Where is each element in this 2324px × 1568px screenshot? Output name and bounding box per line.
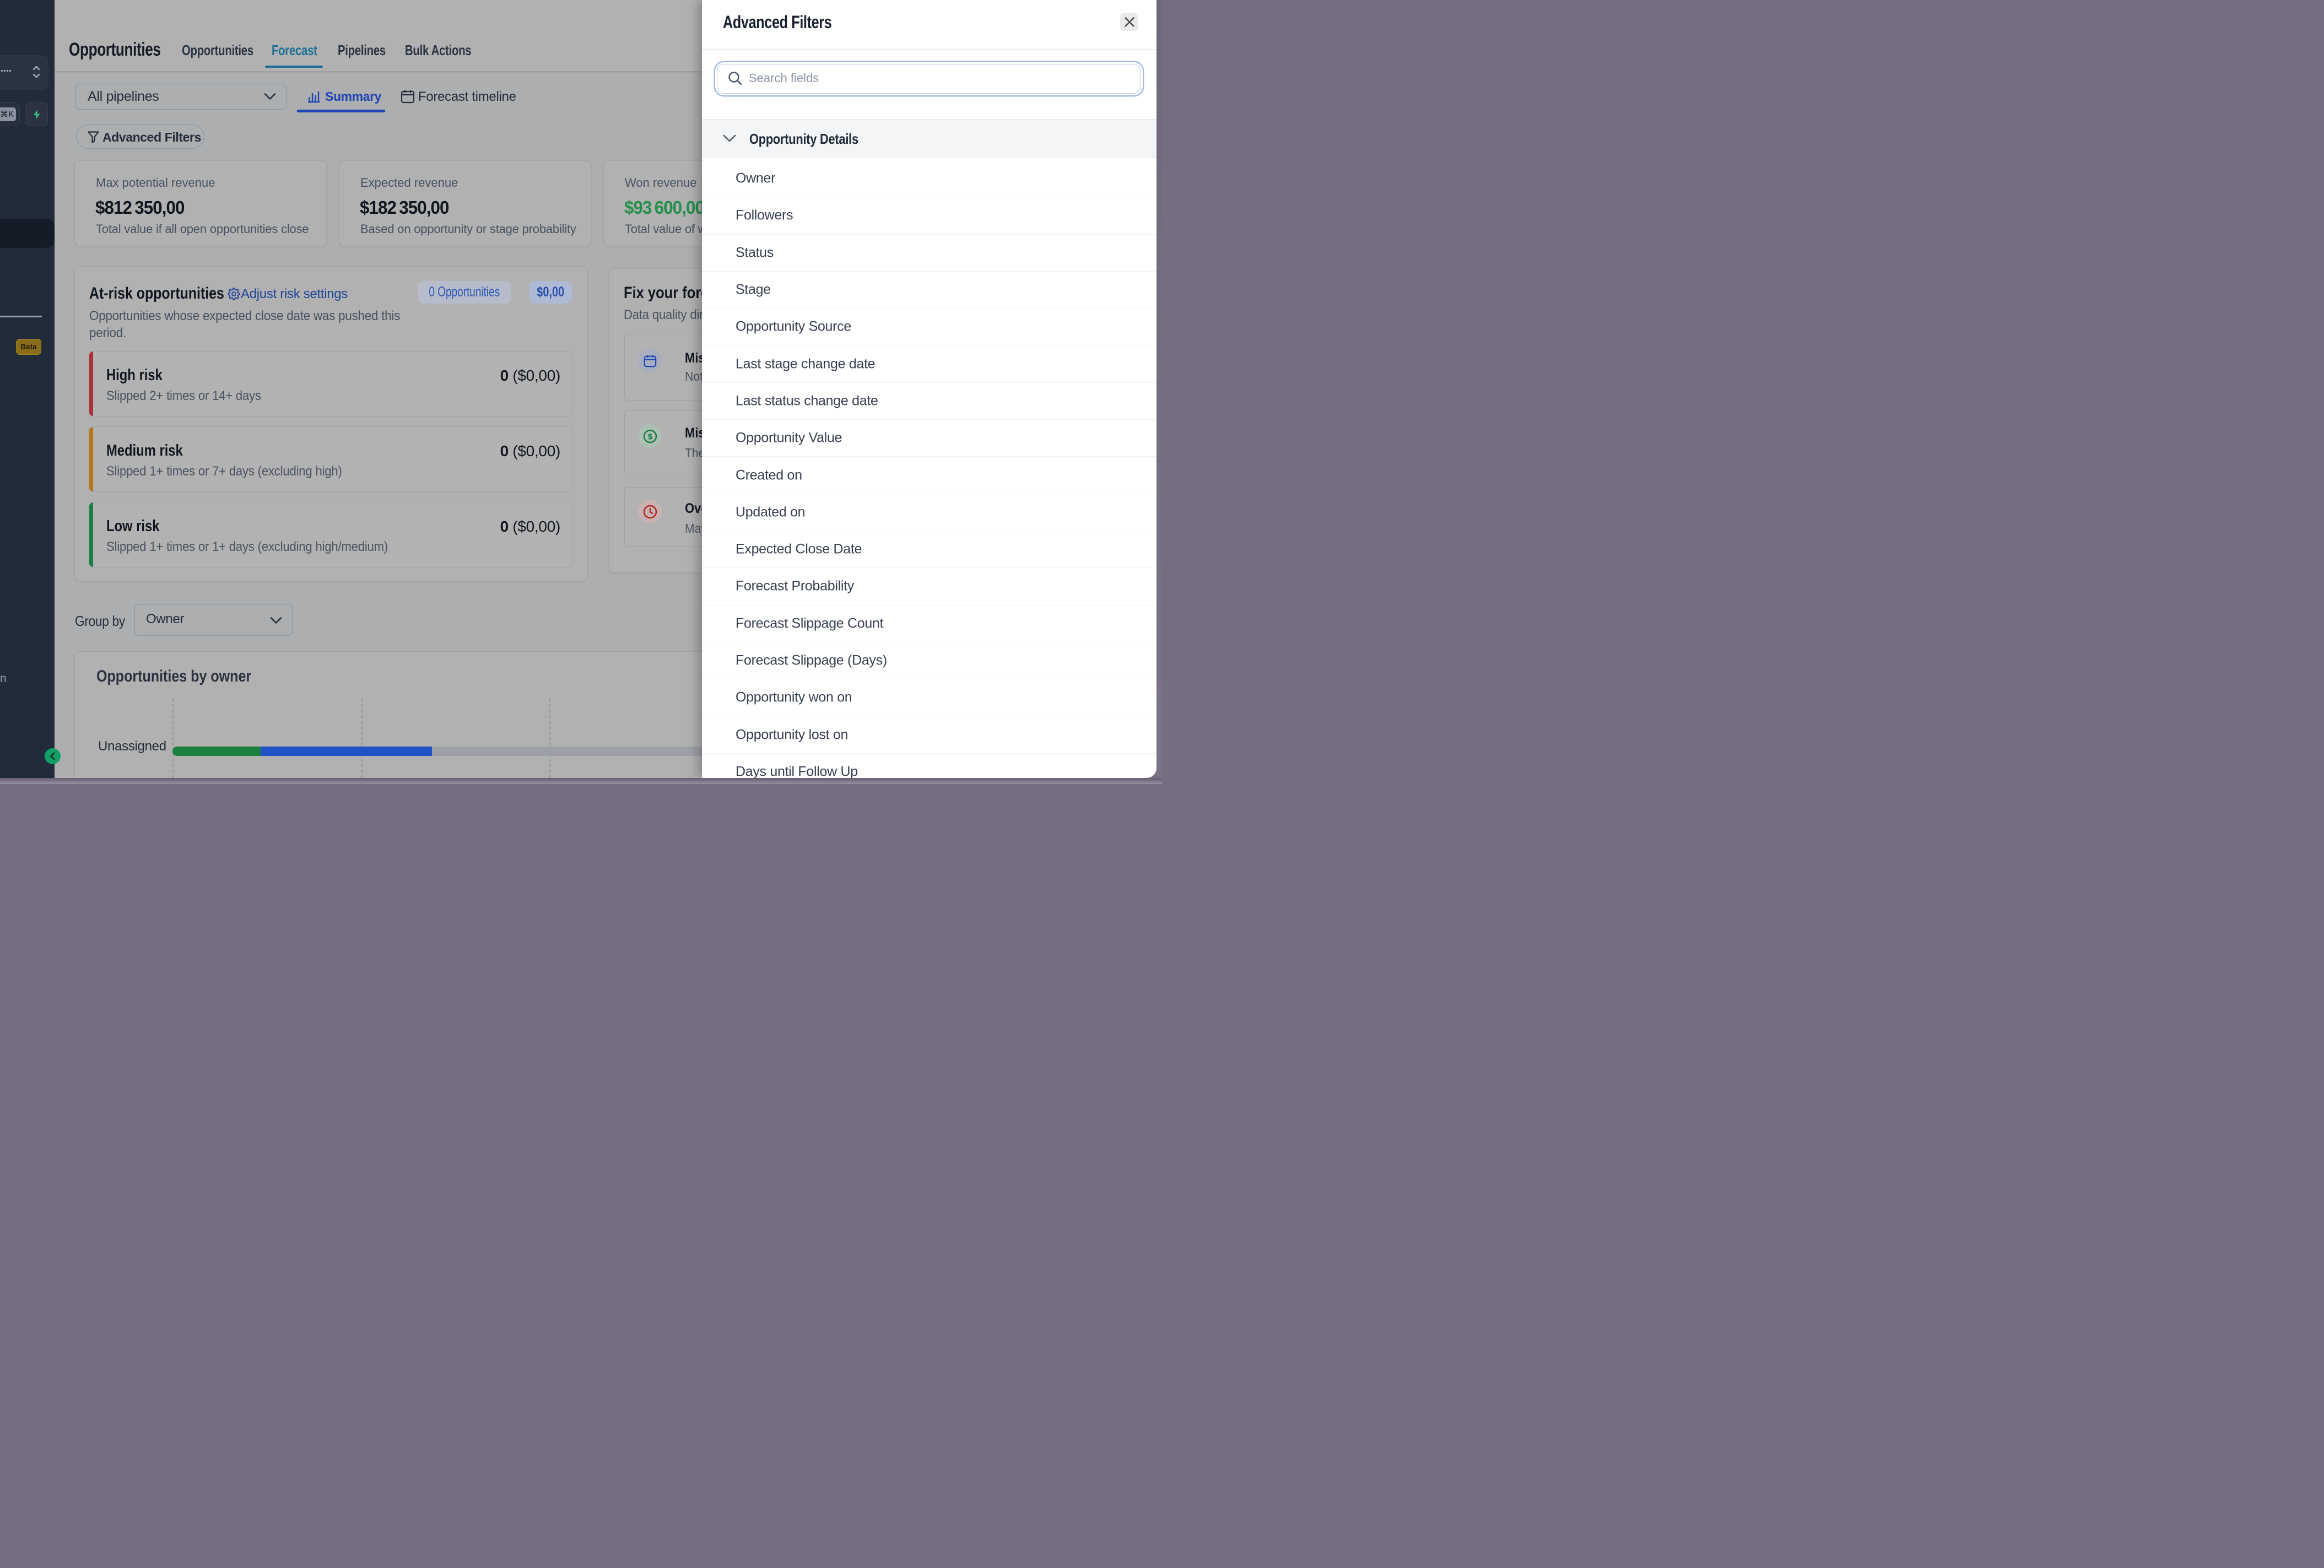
svg-text:$: $ bbox=[647, 432, 652, 441]
